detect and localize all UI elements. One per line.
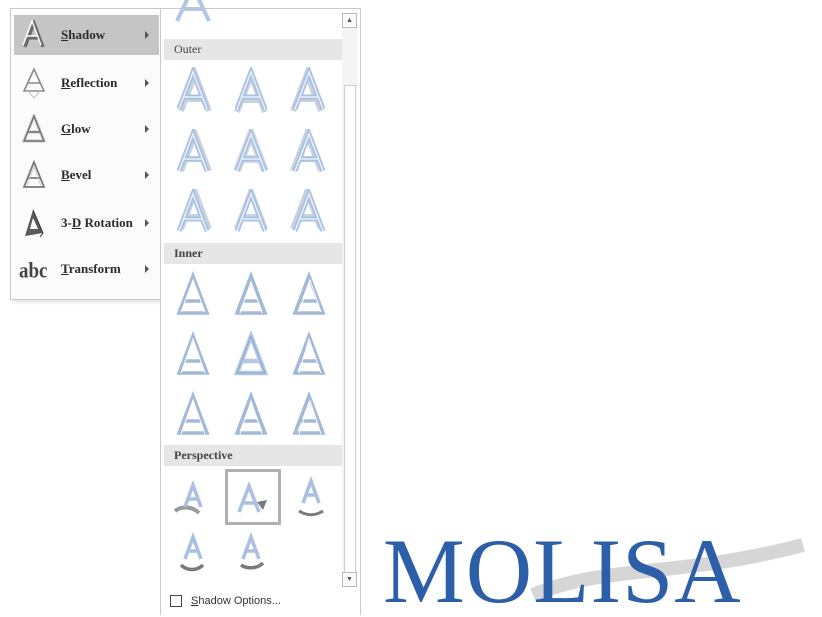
shadow-preset-inner[interactable] bbox=[225, 389, 277, 439]
gallery-scrollbar[interactable]: ▲ ▼ bbox=[342, 13, 357, 587]
menu-item-bevel[interactable]: Bevel bbox=[14, 155, 159, 195]
menu-item-3d-rotation[interactable]: 3-D Rotation bbox=[14, 203, 159, 243]
section-header-perspective: Perspective bbox=[164, 445, 344, 466]
section-header-inner: Inner bbox=[164, 243, 344, 264]
shadow-preset-outer[interactable] bbox=[225, 65, 277, 115]
shadow-preset-outer[interactable] bbox=[283, 187, 335, 237]
chevron-right-icon bbox=[145, 79, 149, 87]
shadow-gallery: Outer Inner Perspective ▲ ▼ Shadow Optio… bbox=[160, 0, 361, 615]
molisa-logo: MOLISA bbox=[383, 525, 822, 617]
shadow-preset-inner[interactable] bbox=[283, 389, 335, 439]
shadow-options-icon bbox=[170, 595, 182, 607]
shadow-preset-outer[interactable] bbox=[225, 127, 277, 177]
glow-a-icon bbox=[19, 112, 49, 146]
shadow-preset-perspective[interactable] bbox=[225, 527, 277, 577]
shadow-preset-inner[interactable] bbox=[283, 269, 335, 319]
shadow-preset-perspective[interactable] bbox=[167, 527, 219, 577]
shadow-preset-inner[interactable] bbox=[283, 329, 335, 379]
transform-abc-icon: abc bbox=[19, 252, 49, 286]
shadow-preset-outer[interactable] bbox=[167, 127, 219, 177]
shadow-options-link[interactable]: Shadow Options... bbox=[164, 589, 344, 613]
shadow-preset-perspective[interactable] bbox=[167, 471, 219, 521]
scroll-thumb[interactable] bbox=[344, 85, 356, 577]
shadow-preset-outer[interactable] bbox=[283, 65, 335, 115]
shadow-preset-inner[interactable] bbox=[167, 389, 219, 439]
shadow-preset-inner[interactable] bbox=[225, 329, 277, 379]
menu-item-transform[interactable]: abc Transform bbox=[14, 249, 159, 289]
chevron-right-icon bbox=[145, 125, 149, 133]
shadow-a-icon bbox=[19, 18, 49, 52]
shadow-preset-outer[interactable] bbox=[283, 127, 335, 177]
scroll-down-icon[interactable]: ▼ bbox=[342, 572, 357, 587]
shadow-preset-perspective[interactable] bbox=[285, 471, 337, 521]
text-effects-menu: Shadow Reflection Glow Bevel 3-D Rotatio… bbox=[10, 8, 164, 300]
menu-item-reflection[interactable]: Reflection bbox=[14, 63, 159, 103]
section-header-outer: Outer bbox=[164, 39, 344, 60]
shadow-preset-inner[interactable] bbox=[167, 329, 219, 379]
shadow-preset-outer[interactable] bbox=[167, 187, 219, 237]
menu-item-shadow[interactable]: Shadow bbox=[14, 15, 159, 55]
shadow-preset-partial[interactable] bbox=[167, 0, 219, 29]
shadow-preset-inner[interactable] bbox=[167, 269, 219, 319]
chevron-right-icon bbox=[145, 219, 149, 227]
chevron-right-icon bbox=[145, 171, 149, 179]
chevron-right-icon bbox=[145, 265, 149, 273]
bevel-a-icon bbox=[19, 158, 49, 192]
shadow-preset-outer[interactable] bbox=[225, 187, 277, 237]
molisa-text: MOLISA bbox=[383, 525, 742, 617]
shadow-preset-inner[interactable] bbox=[225, 269, 277, 319]
scroll-up-icon[interactable]: ▲ bbox=[342, 13, 357, 28]
shadow-preset-outer[interactable] bbox=[167, 65, 219, 115]
reflection-a-icon bbox=[19, 66, 49, 100]
shadow-preset-perspective-selected[interactable] bbox=[225, 469, 281, 525]
menu-item-glow[interactable]: Glow bbox=[14, 109, 159, 149]
rotation-3d-a-icon bbox=[19, 206, 49, 240]
svg-text:abc: abc bbox=[19, 259, 47, 280]
chevron-right-icon bbox=[145, 31, 149, 39]
